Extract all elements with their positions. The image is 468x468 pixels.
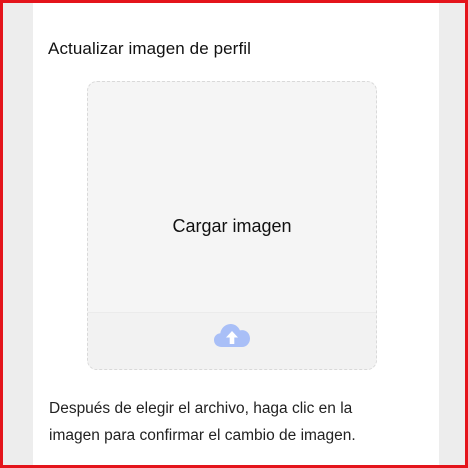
profile-image-panel: Actualizar imagen de perfil Cargar image…	[33, 3, 439, 465]
upload-footer	[88, 312, 376, 369]
upload-image-dropzone[interactable]: Cargar imagen	[87, 81, 377, 370]
upload-hint-line-1: Después de elegir el archivo, haga clic …	[49, 400, 353, 417]
cloud-upload-icon[interactable]	[213, 322, 251, 348]
highlight-frame: Actualizar imagen de perfil Cargar image…	[0, 0, 468, 468]
panel-title: Actualizar imagen de perfil	[48, 39, 252, 58]
upload-hint-line-2: imagen para confirmar el cambio de image…	[49, 427, 356, 444]
upload-image-label: Cargar imagen	[172, 216, 292, 236]
upload-hint: Después de elegir el archivo, haga clic …	[49, 395, 419, 449]
